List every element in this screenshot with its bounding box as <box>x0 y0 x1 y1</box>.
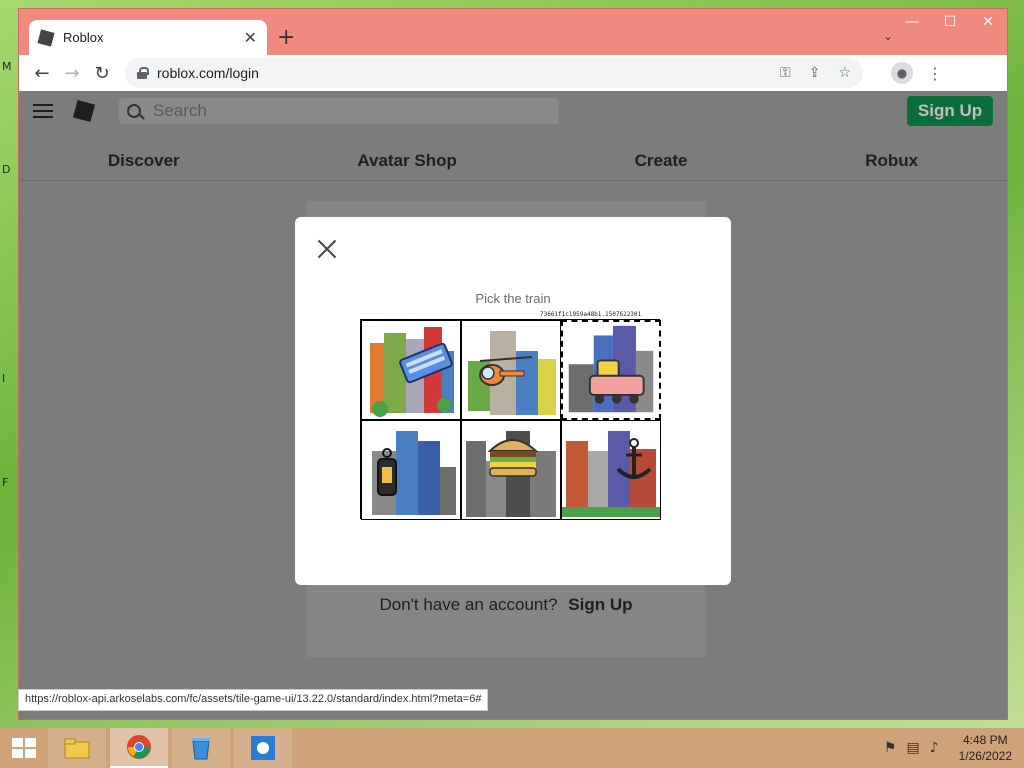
tile-burger[interactable] <box>461 420 561 520</box>
tab-close-icon[interactable]: ✕ <box>244 28 257 47</box>
star-icon[interactable]: ☆ <box>838 65 851 81</box>
address-bar[interactable]: roblox.com/login ⚿ ⇪ ☆ <box>125 58 863 88</box>
captcha-tile-grid <box>360 319 661 520</box>
tile-lantern[interactable] <box>361 420 461 520</box>
tile-train[interactable] <box>561 320 661 420</box>
search-icon <box>127 104 141 118</box>
nav-avatar-shop[interactable]: Avatar Shop <box>357 151 457 171</box>
captcha-token: 73661f1c1959a48b1.1507622301 <box>540 311 642 318</box>
roblox-logo-icon[interactable] <box>72 99 96 123</box>
taskbar: ⚑ ▤ ♪ 4:48 PM 1/26/2022 <box>0 728 1024 768</box>
tab-strip: Roblox ✕ + ⌄ <box>19 9 1007 55</box>
clock[interactable]: 4:48 PM 1/26/2022 <box>959 732 1012 764</box>
browser-toolbar: ← → ↻ roblox.com/login ⚿ ⇪ ☆ ● ⋮ <box>19 55 1007 91</box>
file-explorer-icon[interactable] <box>48 728 106 768</box>
no-account-signup-link[interactable]: Sign Up <box>568 595 632 614</box>
key-icon[interactable]: ⚿ <box>780 65 791 81</box>
tile-helicopter[interactable] <box>461 320 561 420</box>
status-bubble: https://roblox-api.arkoselabs.com/fc/ass… <box>18 689 489 711</box>
volume-icon[interactable]: ♪ <box>930 740 939 756</box>
lantern-icon <box>372 431 456 515</box>
forward-button[interactable]: → <box>57 58 87 88</box>
close-icon[interactable] <box>317 239 337 259</box>
tab-title: Roblox <box>63 30 104 45</box>
new-tab-button[interactable]: + <box>277 25 295 50</box>
start-button[interactable] <box>0 728 48 768</box>
desktop-edge-letter: I <box>2 372 6 385</box>
search-placeholder: Search <box>153 101 207 120</box>
desktop-edge-letter: F <box>2 476 9 489</box>
flag-icon[interactable]: ⚑ <box>884 740 897 756</box>
window-controls: — ☐ ✕ <box>893 9 1007 35</box>
network-icon[interactable]: ▤ <box>906 740 919 756</box>
desktop-edge-letter: D <box>2 163 11 176</box>
tile-keyboard[interactable] <box>361 320 461 420</box>
burger-icon <box>466 431 556 517</box>
weather-icon[interactable] <box>234 728 292 768</box>
train-icon <box>568 325 654 413</box>
roblox-favicon-icon <box>37 28 55 47</box>
browser-window: Roblox ✕ + ⌄ — ☐ ✕ ← → ↻ roblox.com/logi… <box>18 8 1008 720</box>
profile-icon[interactable]: ● <box>891 62 913 84</box>
tile-anchor[interactable] <box>561 420 661 520</box>
roblox-search-field[interactable]: Search <box>119 98 559 124</box>
url-text[interactable]: roblox.com/login <box>157 65 762 81</box>
minimize-button[interactable]: — <box>893 9 931 35</box>
lock-icon[interactable] <box>137 67 149 79</box>
share-icon[interactable]: ⇪ <box>809 65 821 81</box>
menu-icon[interactable]: ⋮ <box>927 64 943 83</box>
nav-discover[interactable]: Discover <box>108 151 180 171</box>
maximize-button[interactable]: ☐ <box>931 9 969 35</box>
nav-robux[interactable]: Robux <box>865 151 918 171</box>
captcha-instruction: Pick the train <box>475 291 551 306</box>
chrome-icon[interactable] <box>110 728 168 768</box>
tab-search-icon[interactable]: ⌄ <box>883 29 893 43</box>
anchor-icon <box>562 431 660 517</box>
hamburger-menu-icon[interactable] <box>33 104 53 118</box>
system-tray: ⚑ ▤ ♪ 4:48 PM 1/26/2022 <box>874 728 1024 768</box>
clock-time: 4:48 PM <box>962 733 1008 747</box>
keyboard-icon <box>370 327 454 417</box>
no-account-text: Don't have an account? <box>379 595 558 614</box>
roblox-nav: Discover Avatar Shop Create Robux <box>19 141 1007 181</box>
nav-create[interactable]: Create <box>635 151 688 171</box>
roblox-header: Search Sign Up <box>19 91 1007 131</box>
tab-roblox[interactable]: Roblox ✕ <box>29 20 267 55</box>
desktop-edge-letter: M <box>2 60 12 73</box>
page-viewport: Search Sign Up Discover Avatar Shop Crea… <box>19 91 1007 719</box>
windows-icon <box>12 738 36 758</box>
helicopter-icon <box>468 331 556 415</box>
captcha-modal: Pick the train 73661f1c1959a48b1.1507622… <box>295 217 731 585</box>
no-account-row: Don't have an account? Sign Up <box>306 595 706 615</box>
back-button[interactable]: ← <box>27 58 57 88</box>
header-signup-button[interactable]: Sign Up <box>907 96 993 126</box>
recycle-bin-icon[interactable] <box>172 728 230 768</box>
clock-date: 1/26/2022 <box>958 749 1012 763</box>
reload-button[interactable]: ↻ <box>87 58 117 88</box>
close-window-button[interactable]: ✕ <box>969 9 1007 35</box>
